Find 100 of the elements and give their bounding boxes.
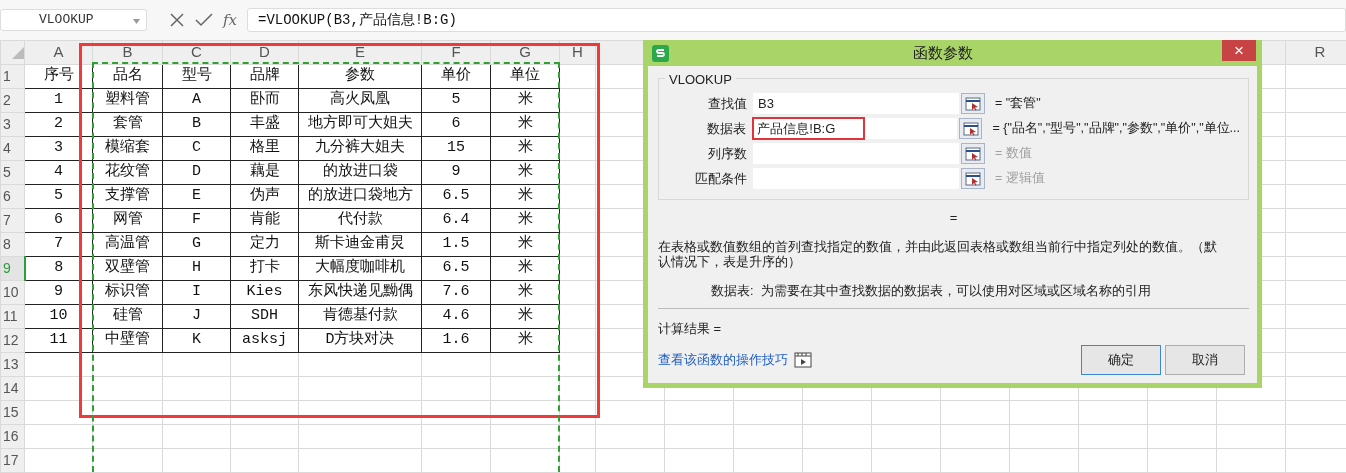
calc-result: 计算结果 = bbox=[658, 320, 723, 339]
row-header[interactable]: 6 bbox=[0, 184, 25, 208]
table-cell: 米 bbox=[490, 208, 560, 232]
table-cell: B bbox=[162, 112, 231, 136]
formula-result: = bbox=[948, 209, 959, 227]
table-cell: 米 bbox=[490, 160, 560, 184]
table-cell: 中壁管 bbox=[92, 328, 163, 352]
table-cell: 5 bbox=[421, 88, 491, 112]
table-cell: 丰盛 bbox=[230, 112, 299, 136]
table-cell: 6.5 bbox=[421, 184, 491, 208]
table-cell: 伪声 bbox=[230, 184, 299, 208]
row-header[interactable]: 16 bbox=[0, 424, 25, 448]
table-cell: 支撑管 bbox=[92, 184, 163, 208]
field-result: = {"品名","型号","品牌","参数","单价","单位... bbox=[992, 120, 1240, 138]
function-icon[interactable]: fx bbox=[223, 8, 237, 32]
row-header[interactable]: 10 bbox=[0, 280, 25, 304]
table-cell: 大幅度咖啡机 bbox=[298, 256, 422, 280]
argument-help: 为需要在其中查找数据的数据表，可以使用对区域或区域名称的引用 bbox=[761, 282, 1152, 300]
table-cell: 9 bbox=[24, 280, 93, 304]
table-cell: G bbox=[162, 232, 231, 256]
table-cell: 网管 bbox=[92, 208, 163, 232]
table-cell: 的放进口袋 bbox=[298, 160, 422, 184]
table-cell: 代付款 bbox=[298, 208, 422, 232]
table-cell: D bbox=[162, 160, 231, 184]
close-icon[interactable] bbox=[169, 12, 185, 28]
highlight-frame: 产品信息!B:G bbox=[752, 116, 866, 141]
table-cell: 塑料管 bbox=[92, 88, 163, 112]
row-header[interactable]: 3 bbox=[0, 112, 25, 136]
row-header[interactable]: 13 bbox=[0, 352, 25, 376]
table-cell: 米 bbox=[490, 328, 560, 352]
help-link[interactable]: 查看该函数的操作技巧 bbox=[658, 350, 788, 370]
row-header[interactable]: 1 bbox=[0, 64, 25, 88]
range-select-button[interactable] bbox=[961, 93, 985, 114]
table-cell: H bbox=[162, 256, 231, 280]
field-result: = 逻辑值 bbox=[995, 170, 1045, 188]
table-cell: 米 bbox=[490, 280, 560, 304]
table-cell: 高火凤凰 bbox=[298, 88, 422, 112]
video-icon[interactable] bbox=[794, 352, 812, 368]
table-cell: 打卡 bbox=[230, 256, 299, 280]
row-header[interactable]: 2 bbox=[0, 88, 25, 112]
table-cell: 6.5 bbox=[421, 256, 491, 280]
close-button[interactable]: × bbox=[1222, 40, 1256, 61]
table-cell: 4 bbox=[24, 160, 93, 184]
table-cell: 高温管 bbox=[92, 232, 163, 256]
table-cell: 藕是 bbox=[230, 160, 299, 184]
dialog-title: 函数参数 bbox=[912, 42, 974, 63]
field-label: 查找值 bbox=[707, 94, 748, 113]
table-cell: 的放进口袋地方 bbox=[298, 184, 422, 208]
row-header[interactable]: 11 bbox=[0, 304, 25, 328]
row-header[interactable]: 17 bbox=[0, 448, 25, 472]
input-field[interactable]: B3 bbox=[753, 93, 959, 114]
field-label: 列序数 bbox=[707, 144, 748, 163]
table-cell: 格里 bbox=[230, 136, 299, 160]
table-cell: 模缩套 bbox=[92, 136, 163, 160]
field-result: = 数值 bbox=[995, 145, 1032, 163]
dialog-button[interactable]: 取消 bbox=[1165, 345, 1245, 375]
table-cell: asksj bbox=[230, 328, 299, 352]
table-cell: 11 bbox=[24, 328, 93, 352]
table-cell: 7.6 bbox=[421, 280, 491, 304]
dialog-button[interactable]: 确定 bbox=[1081, 345, 1161, 375]
table-cell: 九分裤大姐夫 bbox=[298, 136, 422, 160]
check-icon[interactable] bbox=[195, 12, 213, 28]
table-cell: J bbox=[162, 304, 231, 328]
table-cell: 3 bbox=[24, 136, 93, 160]
row-header[interactable]: 14 bbox=[0, 376, 25, 400]
table-cell: 斯卡迪金甫炅 bbox=[298, 232, 422, 256]
field-label: 数据表 bbox=[706, 119, 748, 138]
row-header[interactable]: 8 bbox=[0, 232, 25, 256]
field-result: = "套管" bbox=[995, 95, 1041, 113]
argument-label: 数据表: bbox=[711, 282, 754, 300]
table-cell: 套管 bbox=[92, 112, 163, 136]
column-header[interactable]: A bbox=[24, 40, 93, 64]
table-cell: 米 bbox=[490, 304, 560, 328]
formula-field[interactable]: =VLOOKUP(B3,产品信息!B:G) bbox=[247, 8, 1346, 32]
table-cell: C bbox=[162, 136, 231, 160]
table-cell: Kies bbox=[230, 280, 299, 304]
range-select-button[interactable] bbox=[961, 168, 985, 189]
table-cell: 序号 bbox=[24, 64, 93, 88]
app-logo-icon bbox=[652, 44, 669, 62]
function-description: 在表格或数值数组的首列查找指定的数值，并由此返回表格或数组当前行中指定列处的数值。（默认情况下，表是升序的） bbox=[658, 239, 1218, 270]
range-select-button[interactable] bbox=[958, 118, 983, 139]
table-cell: 米 bbox=[490, 256, 560, 280]
row-header[interactable]: 15 bbox=[0, 400, 25, 424]
row-header[interactable]: 12 bbox=[0, 328, 25, 352]
input-field[interactable]: 产品信息!B:G bbox=[752, 118, 957, 139]
table-cell: 米 bbox=[490, 232, 560, 256]
table-cell: 米 bbox=[490, 184, 560, 208]
table-cell: 9 bbox=[421, 160, 491, 184]
table-cell: E bbox=[162, 184, 231, 208]
caret-icon bbox=[133, 19, 140, 24]
row-header[interactable]: 4 bbox=[0, 136, 25, 160]
row-header[interactable]: 7 bbox=[0, 208, 25, 232]
table-cell: 肯德基付款 bbox=[298, 304, 422, 328]
column-header[interactable]: R bbox=[1285, 40, 1346, 64]
row-header[interactable]: 5 bbox=[0, 160, 25, 184]
table-cell: 4.6 bbox=[421, 304, 491, 328]
range-select-button[interactable] bbox=[961, 143, 985, 164]
table-cell: 1 bbox=[24, 88, 93, 112]
name-box[interactable]: VLOOKUP bbox=[0, 9, 147, 31]
table-cell: 花纹管 bbox=[92, 160, 163, 184]
